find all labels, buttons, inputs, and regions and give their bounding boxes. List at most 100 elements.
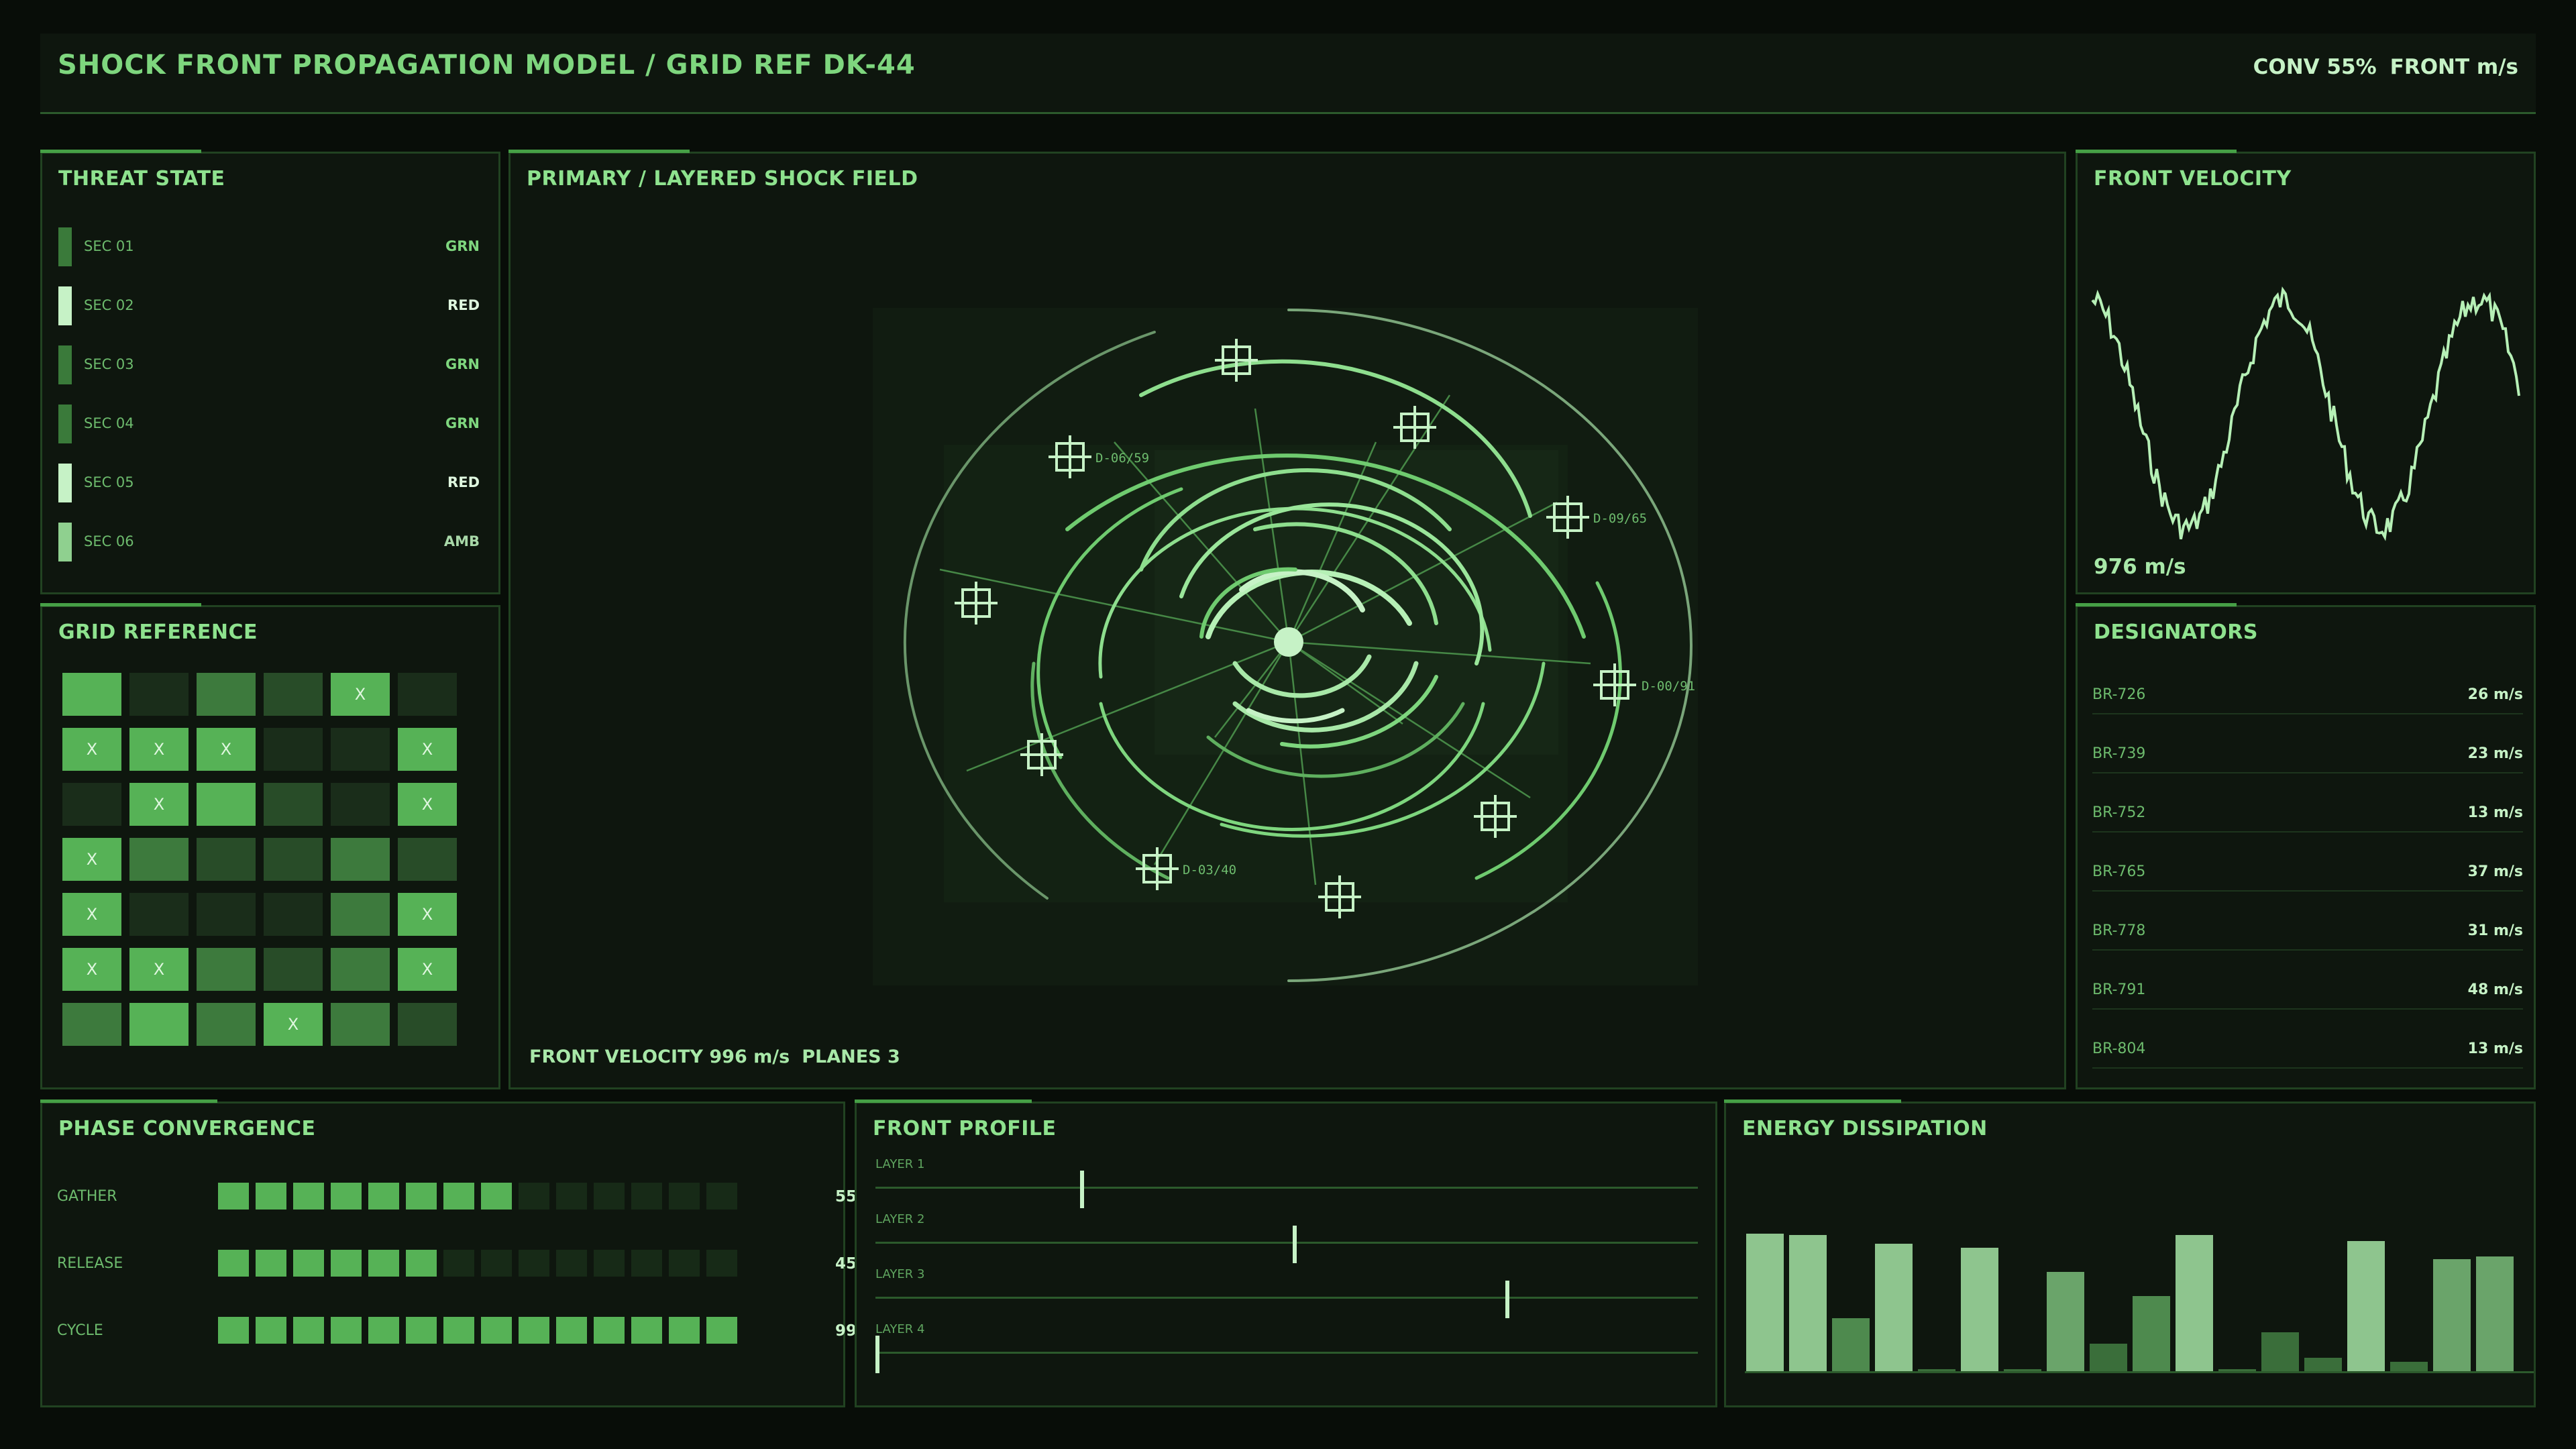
- grid-cell[interactable]: [197, 1003, 256, 1046]
- grid-reference-panel: GRID REFERENCE XXXXXXXXXXXXXX: [40, 603, 500, 1089]
- grid-cell[interactable]: [264, 893, 323, 936]
- phase-segment: [218, 1183, 249, 1210]
- phase-segment: [481, 1250, 512, 1277]
- threat-status: GRN: [445, 356, 480, 372]
- grid-cell[interactable]: [331, 783, 390, 826]
- grid-cell[interactable]: X: [398, 783, 457, 826]
- phase-segment: [293, 1317, 324, 1344]
- phase-label: GATHER: [57, 1188, 117, 1205]
- grid-cell[interactable]: [264, 673, 323, 716]
- panel-title: DESIGNATORS: [2094, 621, 2258, 644]
- phase-segment: [256, 1250, 286, 1277]
- grid-cell[interactable]: [398, 673, 457, 716]
- grid-cell[interactable]: [197, 838, 256, 881]
- grid-cell[interactable]: [62, 783, 121, 826]
- phase-label: RELEASE: [57, 1255, 123, 1272]
- grid-cell[interactable]: [264, 728, 323, 771]
- phase-value: 45: [835, 1255, 857, 1273]
- phase-row: RELEASE 45: [57, 1250, 857, 1279]
- grid-cell[interactable]: [129, 673, 189, 716]
- grid-cell[interactable]: [331, 893, 390, 936]
- grid-cell[interactable]: [129, 838, 189, 881]
- header-bar: SHOCK FRONT PROPAGATION MODEL / GRID REF…: [40, 34, 2536, 114]
- designator-row[interactable]: BR-739 23 m/s: [2092, 735, 2523, 773]
- grid-cell[interactable]: X: [62, 838, 121, 881]
- layer-slider-handle[interactable]: [875, 1336, 879, 1373]
- designator-row[interactable]: BR-765 37 m/s: [2092, 853, 2523, 892]
- grid-cell[interactable]: [197, 948, 256, 991]
- threat-status: GRN: [445, 415, 480, 431]
- profile-layer-row: LAYER 4: [875, 1322, 1698, 1373]
- grid-cell[interactable]: X: [331, 673, 390, 716]
- layer-slider-handle[interactable]: [1080, 1171, 1084, 1208]
- threat-sector-label: SEC 03: [84, 356, 134, 372]
- layer-slider-handle[interactable]: [1505, 1281, 1510, 1318]
- grid-cell[interactable]: X: [62, 948, 121, 991]
- designator-id: BR-804: [2092, 1040, 2146, 1057]
- layer-label: LAYER 3: [875, 1267, 925, 1281]
- shock-field-visual: D-06/59 D-09/65 D-00/91 D-03/40: [873, 308, 1698, 985]
- threat-status: AMB: [443, 533, 480, 549]
- grid-cell[interactable]: [62, 673, 121, 716]
- phase-segment: [481, 1317, 512, 1344]
- designator-speed: 37 m/s: [2467, 863, 2523, 880]
- designator-row[interactable]: BR-804 13 m/s: [2092, 1030, 2523, 1069]
- grid-cell[interactable]: [197, 893, 256, 936]
- layer-track: [875, 1297, 1698, 1299]
- grid-cell[interactable]: [264, 838, 323, 881]
- grid-cell[interactable]: [331, 1003, 390, 1046]
- panel-accent: [855, 1099, 1032, 1103]
- grid-cell[interactable]: X: [398, 728, 457, 771]
- grid-cell[interactable]: [331, 948, 390, 991]
- designator-row[interactable]: BR-778 31 m/s: [2092, 912, 2523, 951]
- grid-cell[interactable]: X: [129, 948, 189, 991]
- grid-cell[interactable]: X: [129, 783, 189, 826]
- phase-segment: [669, 1250, 700, 1277]
- grid-cell[interactable]: [129, 1003, 189, 1046]
- grid-cell[interactable]: [264, 783, 323, 826]
- phase-segment: [406, 1317, 437, 1344]
- grid-cell[interactable]: [264, 948, 323, 991]
- phase-segment: [519, 1317, 549, 1344]
- grid-cell[interactable]: [398, 1003, 457, 1046]
- threat-sector-label: SEC 05: [84, 474, 134, 490]
- grid-cell[interactable]: X: [398, 893, 457, 936]
- phase-segment: [331, 1183, 362, 1210]
- layer-label: LAYER 2: [875, 1212, 925, 1226]
- threat-state-panel: THREAT STATE SEC 01 GRN SEC 02 RED SEC 03 GRN…: [40, 150, 500, 594]
- grid-cell[interactable]: X: [62, 893, 121, 936]
- grid-cell[interactable]: [398, 838, 457, 881]
- panel-title: FRONT PROFILE: [873, 1117, 1057, 1140]
- grid-cell[interactable]: X: [129, 728, 189, 771]
- threat-indicator: [58, 523, 72, 561]
- phase-segment: [331, 1317, 362, 1344]
- phase-segment: [293, 1250, 324, 1277]
- phase-segment: [406, 1183, 437, 1210]
- phase-segment: [218, 1317, 249, 1344]
- grid-cell[interactable]: [197, 673, 256, 716]
- conv-readout: CONV 55%: [2253, 55, 2377, 79]
- threat-status: RED: [447, 297, 480, 313]
- phase-segment: [594, 1183, 625, 1210]
- phase-segment: [443, 1250, 474, 1277]
- grid-cell[interactable]: [197, 783, 256, 826]
- grid-cell[interactable]: [129, 893, 189, 936]
- panel-accent: [40, 603, 201, 606]
- grid-cell[interactable]: X: [398, 948, 457, 991]
- grid-cell[interactable]: X: [264, 1003, 323, 1046]
- designator-row[interactable]: BR-752 13 m/s: [2092, 794, 2523, 833]
- panel-title: THREAT STATE: [58, 167, 225, 191]
- profile-layer-row: LAYER 1: [875, 1157, 1698, 1208]
- grid-cell[interactable]: [62, 1003, 121, 1046]
- phase-segment: [631, 1250, 662, 1277]
- designator-row[interactable]: BR-726 26 m/s: [2092, 676, 2523, 714]
- designator-row[interactable]: BR-791 48 m/s: [2092, 971, 2523, 1010]
- layer-slider-handle[interactable]: [1293, 1226, 1297, 1263]
- grid-cell[interactable]: X: [197, 728, 256, 771]
- energy-dissipation-panel: ENERGY DISSIPATION: [1724, 1099, 2536, 1407]
- phase-segment: [706, 1250, 737, 1277]
- grid-cell[interactable]: X: [62, 728, 121, 771]
- phase-segment: [406, 1250, 437, 1277]
- grid-cell[interactable]: [331, 838, 390, 881]
- grid-cell[interactable]: [331, 728, 390, 771]
